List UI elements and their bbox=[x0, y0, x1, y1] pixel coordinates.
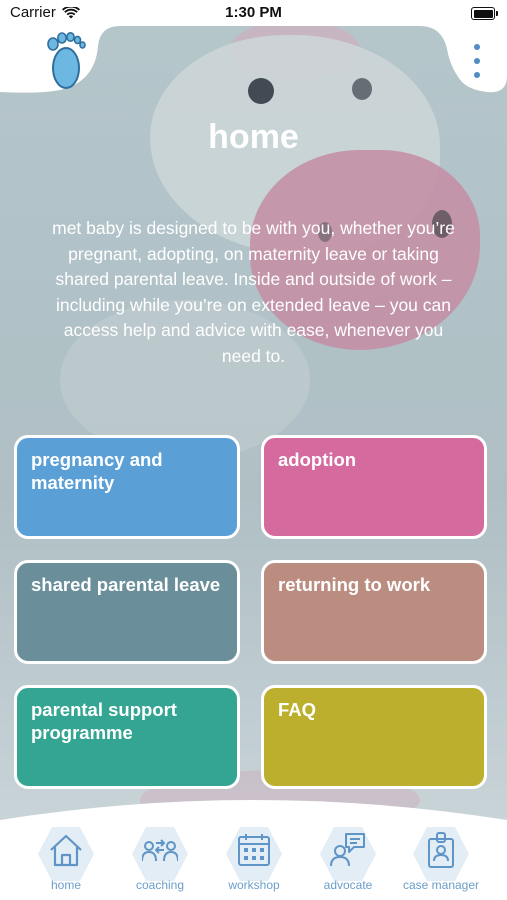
tile-label: FAQ bbox=[278, 699, 317, 720]
tile-faq[interactable]: FAQ bbox=[261, 685, 487, 789]
status-bar: Carrier 1:30 PM bbox=[0, 0, 507, 26]
nav-label: advocate bbox=[323, 878, 373, 892]
intro-text: met baby is designed to be with you, whe… bbox=[52, 218, 455, 366]
tile-label: adoption bbox=[278, 449, 357, 470]
nav-coaching[interactable]: coaching bbox=[117, 826, 203, 896]
nav-label: workshop bbox=[228, 878, 280, 892]
nav-label: home bbox=[50, 878, 82, 892]
calendar-icon bbox=[238, 834, 270, 866]
more-menu-icon[interactable] bbox=[471, 44, 483, 78]
home-icon bbox=[50, 834, 82, 867]
tile-label: pregnancy and maternity bbox=[31, 449, 163, 493]
tile-label: returning to work bbox=[278, 574, 431, 595]
tile-returning-to-work[interactable]: returning to work bbox=[261, 560, 487, 664]
nav-workshop[interactable]: workshop bbox=[211, 826, 297, 896]
nav-label: case manager bbox=[402, 878, 480, 892]
tile-adoption[interactable]: adoption bbox=[261, 435, 487, 539]
coaching-icon bbox=[142, 839, 178, 862]
page-title: home bbox=[208, 118, 299, 156]
nav-label: coaching bbox=[135, 878, 185, 892]
clock: 1:30 PM bbox=[225, 4, 282, 21]
id-badge-icon bbox=[428, 832, 454, 868]
nav-case-manager[interactable]: case manager bbox=[398, 826, 484, 896]
tile-label: parental support programme bbox=[31, 699, 177, 743]
tile-parental-support-programme[interactable]: parental support programme bbox=[14, 685, 240, 789]
foot-logo-icon[interactable] bbox=[42, 30, 90, 90]
tile-label: shared parental leave bbox=[31, 574, 221, 595]
tile-pregnancy-and-maternity[interactable]: pregnancy and maternity bbox=[14, 435, 240, 539]
battery-icon bbox=[471, 7, 498, 20]
nav-home[interactable]: home bbox=[23, 826, 109, 896]
bottom-nav: home coaching workshop advocate case man… bbox=[0, 826, 507, 900]
nav-advocate[interactable]: advocate bbox=[305, 826, 391, 896]
advocate-icon bbox=[330, 833, 365, 867]
tile-shared-parental-leave[interactable]: shared parental leave bbox=[14, 560, 240, 664]
